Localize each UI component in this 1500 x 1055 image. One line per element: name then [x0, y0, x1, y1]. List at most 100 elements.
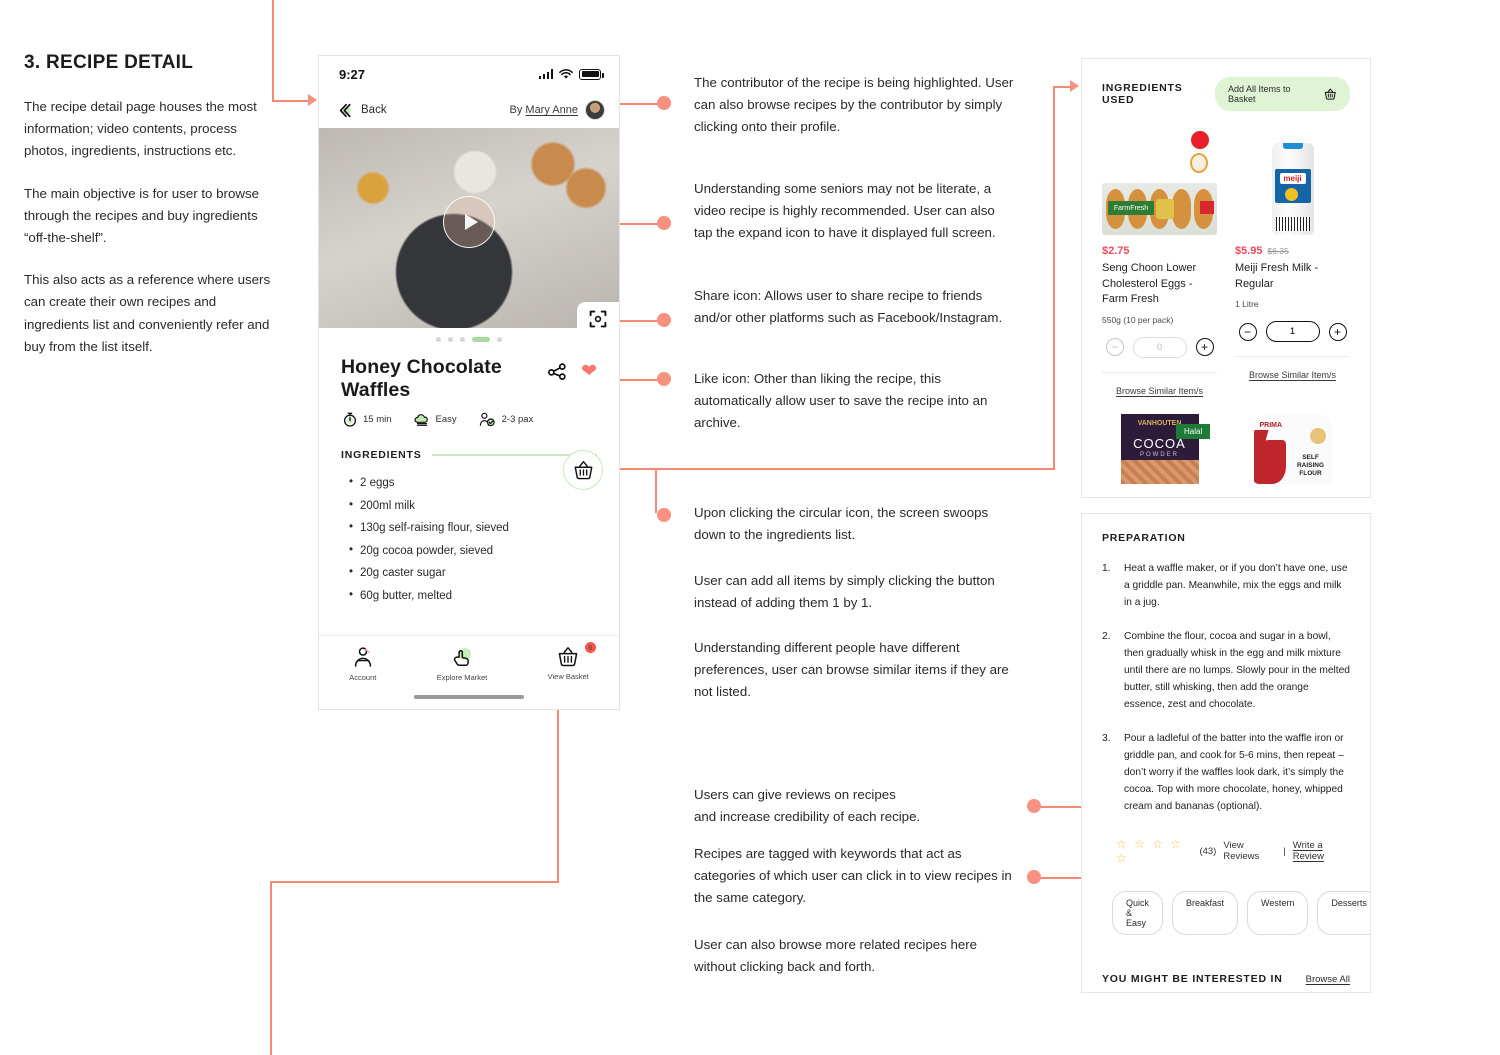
carousel-dot[interactable] — [436, 336, 441, 342]
step-text: Pour a ladleful of the batter into the w… — [1124, 733, 1344, 812]
halal-badge: Halal — [1176, 423, 1211, 439]
timer-icon — [343, 412, 357, 427]
tag-chip[interactable]: Desserts — [1317, 891, 1370, 935]
product-qty-desc: 550g (10 per pack) — [1102, 314, 1174, 325]
add-all-items-label: Add All Items to Basket — [1227, 84, 1291, 104]
preparation-step: 3. Pour a ladleful of the batter into th… — [1102, 730, 1350, 815]
tag-chip[interactable]: Western — [1247, 891, 1309, 935]
connector-dot-basket — [657, 508, 671, 522]
product-image-milk: meiji — [1235, 127, 1350, 235]
product-price: $5.95 $6.35 — [1235, 245, 1289, 257]
back-button[interactable]: Back — [337, 102, 387, 119]
tag-chip[interactable]: Breakfast — [1172, 891, 1239, 935]
annotation-reviews: Users can give reviews on recipes and in… — [694, 787, 921, 825]
product-card[interactable]: meiji $5.95 $6.35 Meiji Fresh Milk - Regu… — [1235, 127, 1350, 396]
connector-basket-down — [655, 468, 657, 513]
description-paragraph-1: The recipe detail page houses the most i… — [24, 99, 257, 159]
browse-all-link[interactable]: Browse All — [1306, 974, 1350, 985]
list-item: 20g cocoa powder, sieved — [349, 544, 597, 557]
increment-button[interactable]: + — [1195, 338, 1214, 356]
carousel-dot[interactable] — [460, 336, 465, 342]
share-icon[interactable] — [548, 363, 567, 380]
product-card[interactable]: FarmFresh $2.75 Seng Choon Lower Cholest… — [1102, 127, 1217, 396]
add-all-items-button[interactable]: Add All Items to Basket — [1214, 77, 1350, 111]
phone-mockup: 9:27 Back By Mary Anne Honey Chocolate W… — [318, 55, 620, 710]
ingredients-used-title: INGREDIENTS USED — [1102, 82, 1183, 106]
quantity-value[interactable]: 0 — [1132, 336, 1187, 358]
quantity-value[interactable]: 1 — [1265, 321, 1320, 342]
signal-icon — [538, 69, 553, 79]
quantity-stepper[interactable]: − 0 + — [1102, 336, 1217, 358]
connector-basket-fab — [600, 468, 1055, 470]
connector-dot-share — [657, 313, 671, 327]
expand-icon — [589, 310, 607, 328]
product-card[interactable]: VANHOUTEN COCOA POWDER Halal — [1102, 413, 1217, 484]
list-item: 60g butter, melted — [349, 589, 597, 602]
recipe-title: Honey Chocolate Waffles — [341, 356, 502, 401]
preparation-steps: 1. Heat a waffle maker, or if you don’t … — [1102, 560, 1350, 815]
product-price: $2.75 — [1102, 245, 1130, 257]
interested-header: YOU MIGHT BE INTERESTED IN Browse All — [1102, 973, 1350, 985]
browse-similar-link[interactable]: Browse Similar Item/s — [1102, 371, 1217, 396]
connector-related-horizontal — [270, 881, 559, 883]
chef-hat-icon — [414, 414, 428, 426]
sidebar-item-account[interactable]: Account — [349, 646, 376, 682]
preparation-step: 2. Combine the flour, cocoa and sugar in… — [1102, 628, 1350, 713]
recipe-actions: ❤ — [548, 356, 597, 381]
servings-icon — [479, 412, 495, 427]
list-item: 20g caster sugar — [349, 566, 597, 579]
battery-icon — [579, 68, 604, 80]
carousel-dot-active[interactable] — [472, 336, 490, 342]
connector-dot-like — [657, 372, 671, 386]
quantity-stepper[interactable]: − 1 + — [1235, 321, 1350, 342]
home-indicator — [414, 695, 524, 699]
step-number: 1. — [1102, 563, 1111, 574]
product-qty-desc: 1 Litre — [1235, 299, 1259, 309]
recipe-video-hero[interactable] — [319, 128, 619, 336]
carousel-dot[interactable] — [497, 336, 502, 342]
author-name: Mary Anne — [525, 104, 578, 116]
view-reviews-link[interactable]: View Reviews — [1223, 840, 1276, 862]
connector-related-vertical-left — [270, 881, 272, 1055]
tag-chip[interactable]: Quick & Easy — [1112, 891, 1164, 935]
annotation-like: Like icon: Other than liking the recipe,… — [694, 371, 988, 431]
annotation-browse-similar: Understanding different people have diff… — [694, 640, 1009, 700]
basket-icon — [558, 647, 578, 667]
play-button[interactable] — [443, 196, 495, 248]
list-item: 2 eggs — [349, 476, 597, 489]
product-image-cocoa: VANHOUTEN COCOA POWDER Halal — [1102, 413, 1217, 484]
recipe-meta-servings-label: 2-3 pax — [501, 414, 534, 425]
browse-similar-link[interactable]: Browse Similar Item/s — [1235, 356, 1350, 380]
carousel-dot[interactable] — [448, 336, 453, 342]
annotation-contributor: The contributor of the recipe is being h… — [694, 75, 1014, 135]
left-description-column: 3. RECIPE DETAIL The recipe detail page … — [24, 52, 276, 378]
annotation-basket-fab: Upon clicking the circular icon, the scr… — [694, 505, 989, 543]
sidebar-item-explore-market[interactable]: Explore Market — [437, 646, 487, 682]
status-icons — [538, 68, 604, 80]
page-title: 3. RECIPE DETAIL — [24, 52, 194, 73]
ingredients-used-card: INGREDIENTS USED Add All Items to Basket — [1081, 58, 1371, 498]
avatar[interactable] — [585, 100, 605, 120]
preparation-card: PREPARATION 1. Heat a waffle maker, or i… — [1081, 513, 1371, 993]
sidebar-item-view-basket[interactable]: 6 View Basket — [548, 642, 596, 681]
carousel-dots[interactable] — [319, 328, 619, 350]
product-name: Seng Choon Lower Cholesterol Eggs - Farm… — [1102, 262, 1197, 305]
scroll-to-ingredients-fab[interactable] — [563, 450, 603, 490]
back-label: Back — [361, 104, 387, 116]
connector-title-to-phone-horizontal — [272, 100, 312, 102]
write-review-link[interactable]: Write a Review — [1293, 840, 1350, 862]
basket-icon — [574, 461, 592, 480]
explore-market-icon — [453, 648, 471, 667]
author-link[interactable]: By Mary Anne — [510, 100, 605, 120]
expand-button[interactable] — [577, 302, 619, 336]
decrement-button[interactable]: − — [1238, 322, 1257, 341]
description-paragraph-3: This also acts as a reference where user… — [24, 272, 271, 354]
increment-button[interactable]: + — [1328, 322, 1347, 341]
recipe-meta-difficulty: Easy — [414, 412, 457, 427]
like-icon[interactable]: ❤ — [581, 362, 597, 381]
star-rating-icon[interactable]: ☆ ☆ ☆ ☆ ☆ — [1116, 837, 1192, 865]
product-card[interactable]: PRIMA SELF RAISING FLOUR — [1235, 413, 1350, 484]
decrement-button[interactable]: − — [1105, 338, 1124, 356]
product-image-eggs: FarmFresh — [1102, 127, 1217, 235]
status-bar: 9:27 — [319, 56, 619, 92]
